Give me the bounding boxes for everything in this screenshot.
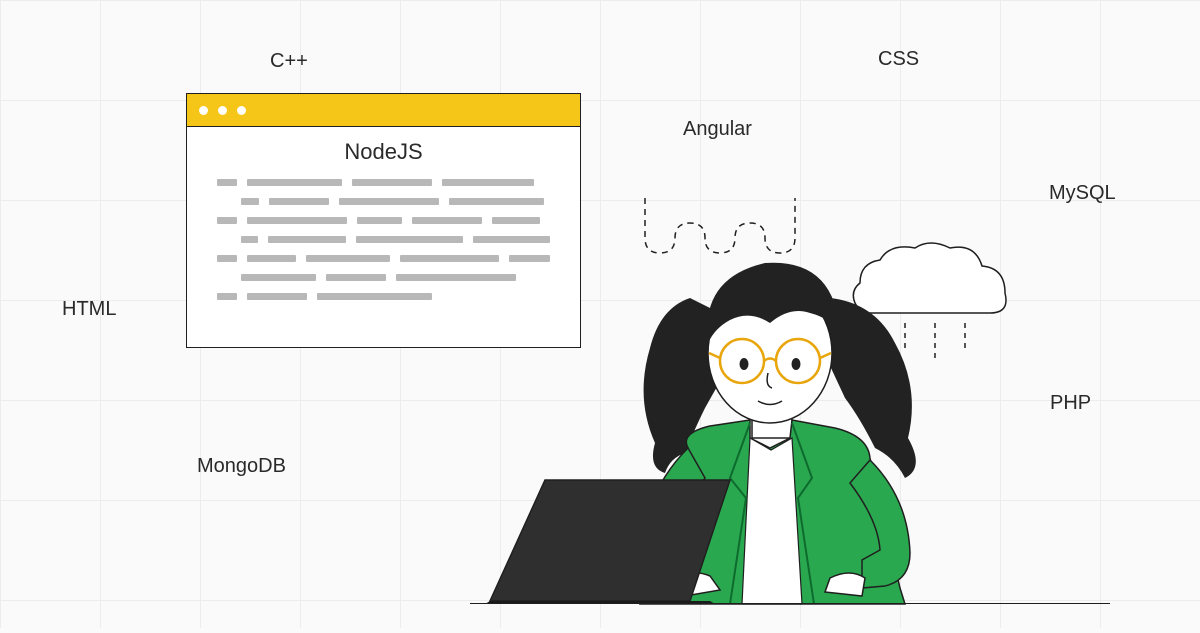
illustration-scene <box>430 148 1050 628</box>
label-css: CSS <box>878 48 919 71</box>
label-cpp: C++ <box>270 50 308 73</box>
label-mysql: MySQL <box>1049 182 1116 205</box>
label-php: PHP <box>1050 392 1091 415</box>
laptop-icon <box>485 480 730 604</box>
coil-icon <box>645 198 795 253</box>
window-dot-icon <box>218 106 227 115</box>
window-dot-icon <box>199 106 208 115</box>
label-html: HTML <box>62 298 116 321</box>
ground-line <box>470 603 1110 605</box>
label-angular: Angular <box>683 118 752 141</box>
developer-illustration <box>430 148 1050 628</box>
window-dot-icon <box>237 106 246 115</box>
label-mongodb: MongoDB <box>197 455 286 478</box>
window-titlebar <box>187 94 580 127</box>
